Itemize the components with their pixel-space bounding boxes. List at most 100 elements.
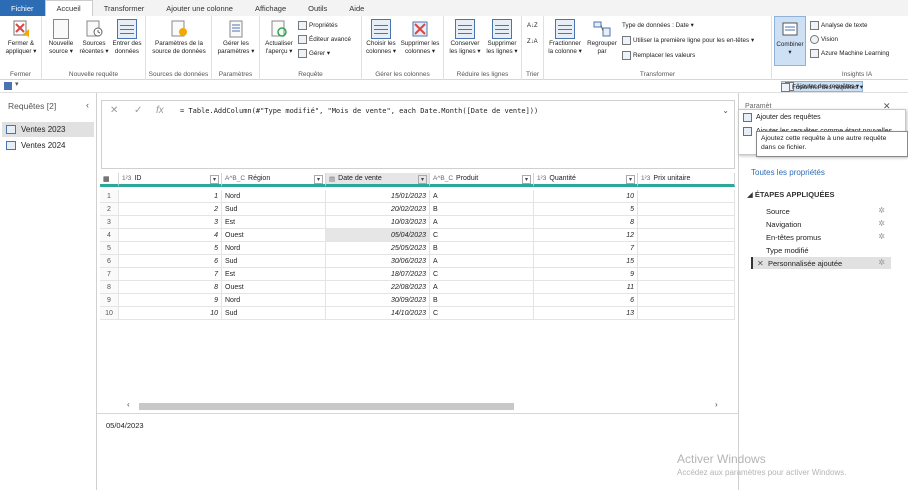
column-header-id[interactable]: 1²3 ID ▾ [119,173,222,187]
text-analytics-button[interactable]: Analyse de texte [810,20,868,31]
close-apply-button[interactable]: Fermer & appliquer ▾ [3,19,39,56]
filter-dropdown-icon[interactable]: ▾ [626,175,635,184]
tab-transformer[interactable]: Transformer [93,0,156,16]
remove-columns-button[interactable]: Supprimer les colonnes ▾ [398,19,442,56]
row-number[interactable]: 2 [100,203,119,216]
cell-region[interactable]: Est [222,268,326,281]
use-first-row-headers-button[interactable]: Utiliser la première ligne pour les en-t… [622,35,754,46]
cell-date[interactable]: 30/09/2023 [326,294,430,307]
data-source-settings-button[interactable]: Paramètres de la source de données [148,19,210,56]
advanced-editor-button[interactable]: Éditeur avancé [298,34,351,45]
cell-produit[interactable]: C [430,229,534,242]
cell-id[interactable]: 1 [119,190,222,203]
cell-region[interactable]: Ouest [222,229,326,242]
tab-aide[interactable]: Aide [338,0,375,16]
cell-prix[interactable] [638,307,735,320]
filter-dropdown-icon[interactable]: ▾ [522,175,531,184]
cell-region[interactable]: Sud [222,203,326,216]
vision-button[interactable]: Vision [810,34,838,45]
cell-prix[interactable] [638,242,735,255]
cell-region[interactable]: Nord [222,190,326,203]
query-item-ventes-2024[interactable]: Ventes 2024 [2,138,94,153]
customize-dropdown-icon[interactable]: ▾ [15,80,19,88]
scroll-right-icon[interactable]: › [715,400,718,409]
cell-id[interactable]: 3 [119,216,222,229]
cell-produit[interactable]: C [430,307,534,320]
cell-date[interactable]: 14/10/2023 [326,307,430,320]
step-added-custom[interactable]: ✕ Personnalisée ajoutée ✲ [751,257,891,269]
cell-prix[interactable] [638,255,735,268]
cell-produit[interactable]: B [430,294,534,307]
cell-date[interactable]: 10/03/2023 [326,216,430,229]
all-properties-link[interactable]: Toutes les propriétés [751,168,825,177]
replace-values-button[interactable]: Remplacer les valeurs [622,50,695,61]
properties-button[interactable]: Propriétés [298,20,338,31]
cell-quantite[interactable]: 7 [534,242,638,255]
column-header-produit[interactable]: A^B_C Produit ▾ [430,173,534,187]
step-changed-type[interactable]: Type modifié [751,244,891,256]
formula-input[interactable]: = Table.AddColumn(#"Type modifié", "Mois… [180,107,538,115]
cell-quantite[interactable]: 12 [534,229,638,242]
table-menu-icon[interactable]: ▦ [100,173,119,187]
confirm-formula-icon[interactable]: ✓ [134,105,142,116]
step-navigation[interactable]: Navigation ✲ [751,218,891,230]
cell-date[interactable]: 05/04/2023 [326,229,430,242]
scroll-left-icon[interactable]: ‹ [127,400,130,409]
row-number[interactable]: 3 [100,216,119,229]
tab-affichage[interactable]: Affichage [244,0,297,16]
recent-sources-button[interactable]: Sources récentes ▾ [78,19,110,56]
cell-region[interactable]: Nord [222,242,326,255]
cell-date[interactable]: 20/02/2023 [326,203,430,216]
row-number[interactable]: 6 [100,255,119,268]
cell-id[interactable]: 2 [119,203,222,216]
step-source[interactable]: Source ✲ [751,205,891,217]
cell-produit[interactable]: B [430,242,534,255]
cell-produit[interactable]: B [430,203,534,216]
cell-produit[interactable]: A [430,190,534,203]
keep-rows-button[interactable]: Conserver les lignes ▾ [447,19,483,56]
cell-id[interactable]: 4 [119,229,222,242]
cell-id[interactable]: 9 [119,294,222,307]
tab-fichier[interactable]: Fichier [0,0,45,16]
cell-prix[interactable] [638,229,735,242]
gear-icon[interactable]: ✲ [878,258,885,267]
fx-icon[interactable]: fx [156,105,164,116]
cell-region[interactable]: Ouest [222,281,326,294]
cell-quantite[interactable]: 6 [534,294,638,307]
cell-produit[interactable]: A [430,216,534,229]
cell-quantite[interactable]: 11 [534,281,638,294]
menu-item-append-queries[interactable]: Ajouter des requêtes [743,113,821,122]
data-type-dropdown[interactable]: Type de données : Date ▾ [622,20,694,31]
tab-accueil[interactable]: Accueil [44,0,93,16]
cell-prix[interactable] [638,281,735,294]
column-header-region[interactable]: A^B_C Région ▾ [222,173,326,187]
horizontal-scrollbar[interactable]: ‹ › [127,400,725,412]
tab-outils[interactable]: Outils [297,0,338,16]
cell-quantite[interactable]: 8 [534,216,638,229]
manage-button[interactable]: Gérer ▾ [298,48,330,59]
combine-button[interactable]: Combiner ▾ [774,16,806,66]
enter-data-button[interactable]: Entrer des données [110,19,144,56]
cell-date[interactable]: 22/08/2023 [326,281,430,294]
row-number[interactable]: 7 [100,268,119,281]
cell-id[interactable]: 5 [119,242,222,255]
cell-id[interactable]: 6 [119,255,222,268]
row-number[interactable]: 8 [100,281,119,294]
row-number[interactable]: 10 [100,307,119,320]
cell-id[interactable]: 10 [119,307,222,320]
row-number[interactable]: 1 [100,190,119,203]
gear-icon[interactable]: ✲ [878,219,885,228]
filter-dropdown-icon[interactable]: ▾ [210,175,219,184]
sort-ascending-button[interactable]: A↓Z [527,20,538,31]
cell-date[interactable]: 18/07/2023 [326,268,430,281]
choose-columns-button[interactable]: Choisir les colonnes ▾ [364,19,398,56]
cell-quantite[interactable]: 9 [534,268,638,281]
remove-rows-button[interactable]: Supprimer les lignes ▾ [484,19,520,56]
cell-region[interactable]: Sud [222,307,326,320]
merge-queries-button[interactable]: Fusionner des requêtes ▾ [781,82,863,93]
cell-id[interactable]: 8 [119,281,222,294]
cell-prix[interactable] [638,268,735,281]
cell-prix[interactable] [638,190,735,203]
cell-region[interactable]: Nord [222,294,326,307]
step-promoted-headers[interactable]: En-têtes promus ✲ [751,231,891,243]
